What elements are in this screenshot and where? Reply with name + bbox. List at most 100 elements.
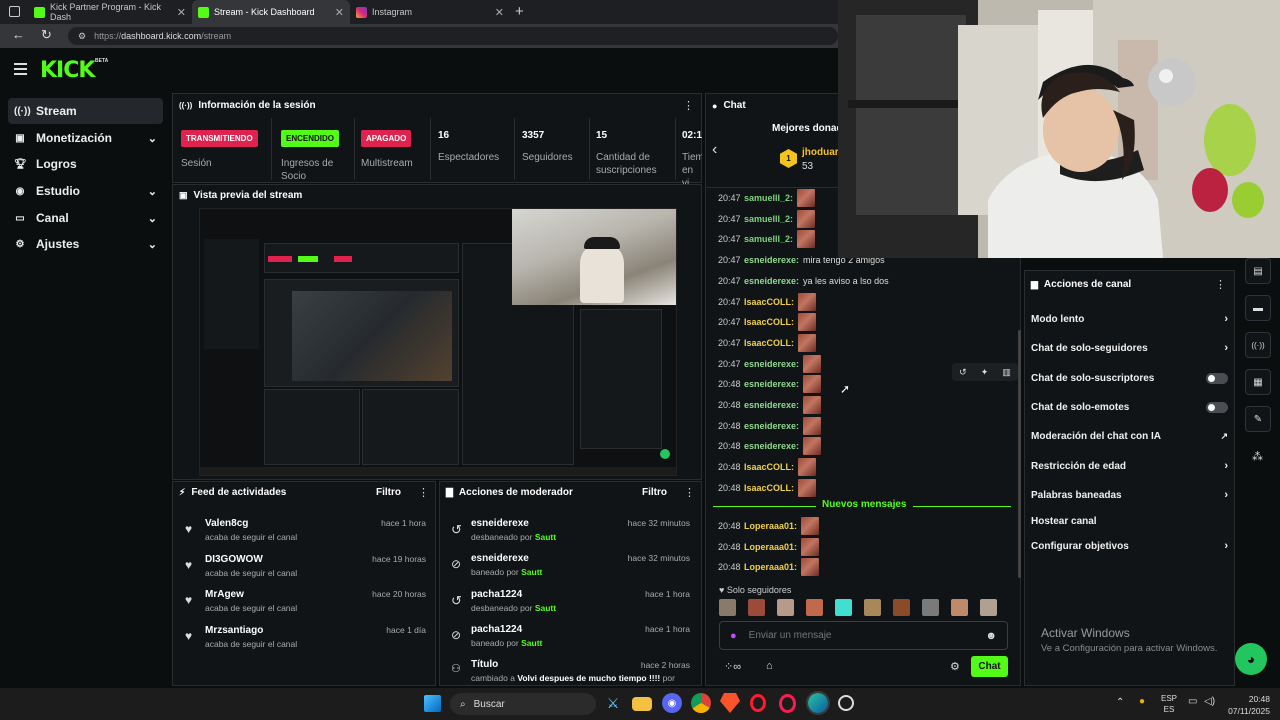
new-tab-icon[interactable]: +	[515, 3, 524, 20]
chevron-up-icon[interactable]: ⌃	[1116, 697, 1124, 708]
clock[interactable]: 20:48 07/11/2025	[1224, 693, 1270, 717]
mod-target[interactable]: esneiderexe	[471, 553, 529, 564]
chat-message[interactable]: 20:47 samuelll_2:	[718, 209, 816, 229]
trash-icon[interactable]: ▥	[1002, 367, 1011, 378]
close-icon[interactable]: ✕	[335, 6, 344, 19]
apps-icon[interactable]: ⁂	[1252, 450, 1263, 463]
chat-username[interactable]: IsaacCOLL:	[744, 297, 794, 307]
chat-username[interactable]: esneiderexe:	[744, 276, 799, 286]
emote-icon[interactable]	[806, 599, 823, 616]
layout-icon[interactable]: ▦	[1245, 369, 1271, 395]
browser-tab-partner[interactable]: Kick Partner Program - Kick Dash ✕	[28, 0, 192, 24]
tab-list-icon[interactable]	[9, 6, 20, 17]
action-banned-words[interactable]: Palabras baneadas ›	[1031, 484, 1228, 506]
taskbar-search[interactable]: ⌕ Buscar	[450, 693, 596, 715]
close-icon[interactable]: ✕	[495, 6, 504, 19]
activity-user[interactable]: Valen8cg	[205, 518, 248, 529]
chat-message[interactable]: 20:47 samuelll_2:	[718, 188, 816, 208]
chat-username[interactable]: Loperaaa01:	[744, 542, 797, 552]
action-host-channel[interactable]: Hostear canal	[1031, 510, 1228, 532]
back-icon[interactable]: ←	[12, 27, 25, 42]
chevron-left-icon[interactable]: ‹	[712, 141, 717, 159]
action-age-restriction[interactable]: Restricción de edad ›	[1031, 455, 1228, 477]
chat-message[interactable]: 20:48 esneiderexe:	[718, 436, 822, 456]
chat-message[interactable]: 20:48 IsaacCOLL:	[718, 478, 817, 498]
opera-icon[interactable]	[750, 694, 766, 712]
mod-target[interactable]: esneiderexe	[471, 518, 529, 529]
activity-user[interactable]: Mrzsantiago	[205, 625, 263, 636]
action-followers-only[interactable]: Chat de solo-seguidores ›	[1031, 337, 1228, 359]
chrome-icon[interactable]	[691, 693, 711, 713]
activity-user[interactable]: DI3GOWOW	[205, 554, 263, 565]
chat-username[interactable]: Loperaaa01:	[744, 521, 797, 531]
chat-username[interactable]: esneiderexe:	[744, 359, 799, 369]
microphone-icon[interactable]: ●	[730, 630, 737, 642]
send-chat-button[interactable]: Chat	[971, 656, 1008, 677]
menu-icon[interactable]	[14, 63, 27, 75]
app-icon[interactable]	[838, 695, 854, 711]
more-icon[interactable]: ⋮	[418, 486, 429, 499]
chat-username[interactable]: esneiderexe:	[744, 441, 799, 451]
opera-gx-icon[interactable]	[779, 694, 796, 713]
mod-target[interactable]: pacha1224	[471, 624, 522, 635]
filter-button[interactable]: Filtro	[376, 487, 401, 498]
discord-icon[interactable]: ◉	[662, 693, 682, 713]
chat-username[interactable]: samuelll_2:	[744, 193, 793, 203]
gear-icon[interactable]: ⚙	[950, 660, 960, 673]
chat-message-field[interactable]	[748, 630, 974, 641]
more-icon[interactable]: ⋮	[684, 486, 695, 499]
sidebar-item-stream[interactable]: ((·)) Stream	[8, 98, 163, 124]
close-icon[interactable]: ✕	[177, 6, 186, 19]
emote-icon[interactable]	[951, 599, 968, 616]
chat-message[interactable]: 20:47 IsaacCOLL:	[718, 292, 817, 312]
browser-tab-instagram[interactable]: Instagram ✕	[350, 0, 510, 24]
chat-message[interactable]: 20:48 IsaacCOLL:	[718, 457, 817, 477]
reload-icon[interactable]: ↻	[41, 27, 52, 43]
network-icon[interactable]: ▭	[1188, 696, 1197, 707]
chat-username[interactable]: IsaacCOLL:	[744, 483, 794, 493]
emote-icon[interactable]	[835, 599, 852, 616]
chat-scrollbar[interactable]	[1018, 330, 1021, 578]
language-indicator[interactable]: ESP ES	[1161, 693, 1177, 715]
chat-message[interactable]: 20:47 samuelll_2:	[718, 229, 816, 249]
broadcast-icon[interactable]: ((·))	[1245, 332, 1271, 358]
kick-logo[interactable]: KICK	[40, 58, 95, 83]
microphone-icon[interactable]: ●	[1139, 696, 1145, 707]
chat-message[interactable]: 20:48 esneiderexe:	[718, 416, 822, 436]
chat-username[interactable]: Loperaaa01:	[744, 562, 797, 572]
notes-icon[interactable]: ▤	[1245, 258, 1271, 284]
mod-target[interactable]: Título	[471, 659, 498, 670]
emote-icon[interactable]	[980, 599, 997, 616]
support-chat-button[interactable]: ◕	[1235, 643, 1267, 675]
emote-icon[interactable]	[864, 599, 881, 616]
volume-icon[interactable]: ◁)	[1204, 696, 1215, 707]
chat-username[interactable]: esneiderexe:	[744, 255, 799, 265]
edge-icon[interactable]	[806, 691, 830, 715]
action-slow-mode[interactable]: Modo lento ›	[1031, 308, 1228, 330]
action-ai-moderation[interactable]: Moderación del chat con IA ↗	[1031, 425, 1228, 447]
file-explorer-icon[interactable]	[632, 697, 652, 711]
site-info-icon[interactable]: ⚙	[78, 31, 86, 42]
wrench-icon[interactable]: ✎	[1245, 406, 1271, 432]
chat-bubble-icon[interactable]: ▬	[1245, 295, 1271, 321]
store-icon[interactable]: ⌂	[766, 660, 773, 672]
capcut-icon[interactable]: ⚔︎	[603, 693, 623, 713]
chat-message[interactable]: 20:48 esneiderexe:	[718, 374, 822, 394]
sidebar-item-logros[interactable]: 🏆︎ Logros	[8, 151, 163, 177]
donor-name[interactable]: jhoduar	[802, 147, 839, 158]
chat-username[interactable]: esneiderexe:	[744, 400, 799, 410]
stream-preview-video[interactable]	[199, 208, 677, 476]
url-input[interactable]: ⚙ https://dashboard.kick.com/stream	[68, 27, 838, 45]
sidebar-item-ajustes[interactable]: ⚙ Ajustes ⌄	[8, 231, 163, 257]
browser-tab-stream[interactable]: Stream - Kick Dashboard ✕	[192, 0, 350, 24]
chat-message[interactable]: 20:47 esneiderexe: ya les aviso a lso dos	[718, 271, 889, 291]
filter-button[interactable]: Filtro	[642, 487, 667, 498]
emoji-icon[interactable]: ☻	[985, 630, 997, 642]
chat-message[interactable]: 20:47 IsaacCOLL:	[718, 333, 817, 353]
sidebar-item-canal[interactable]: ▭ Canal ⌄	[8, 205, 163, 231]
more-icon[interactable]: ⋮	[1215, 278, 1226, 291]
chat-input[interactable]: ● ☻	[719, 621, 1008, 650]
windows-start-icon[interactable]	[424, 695, 441, 712]
emote-icon[interactable]	[922, 599, 939, 616]
chat-message[interactable]: 20:48 Loperaaa01:	[718, 557, 820, 577]
